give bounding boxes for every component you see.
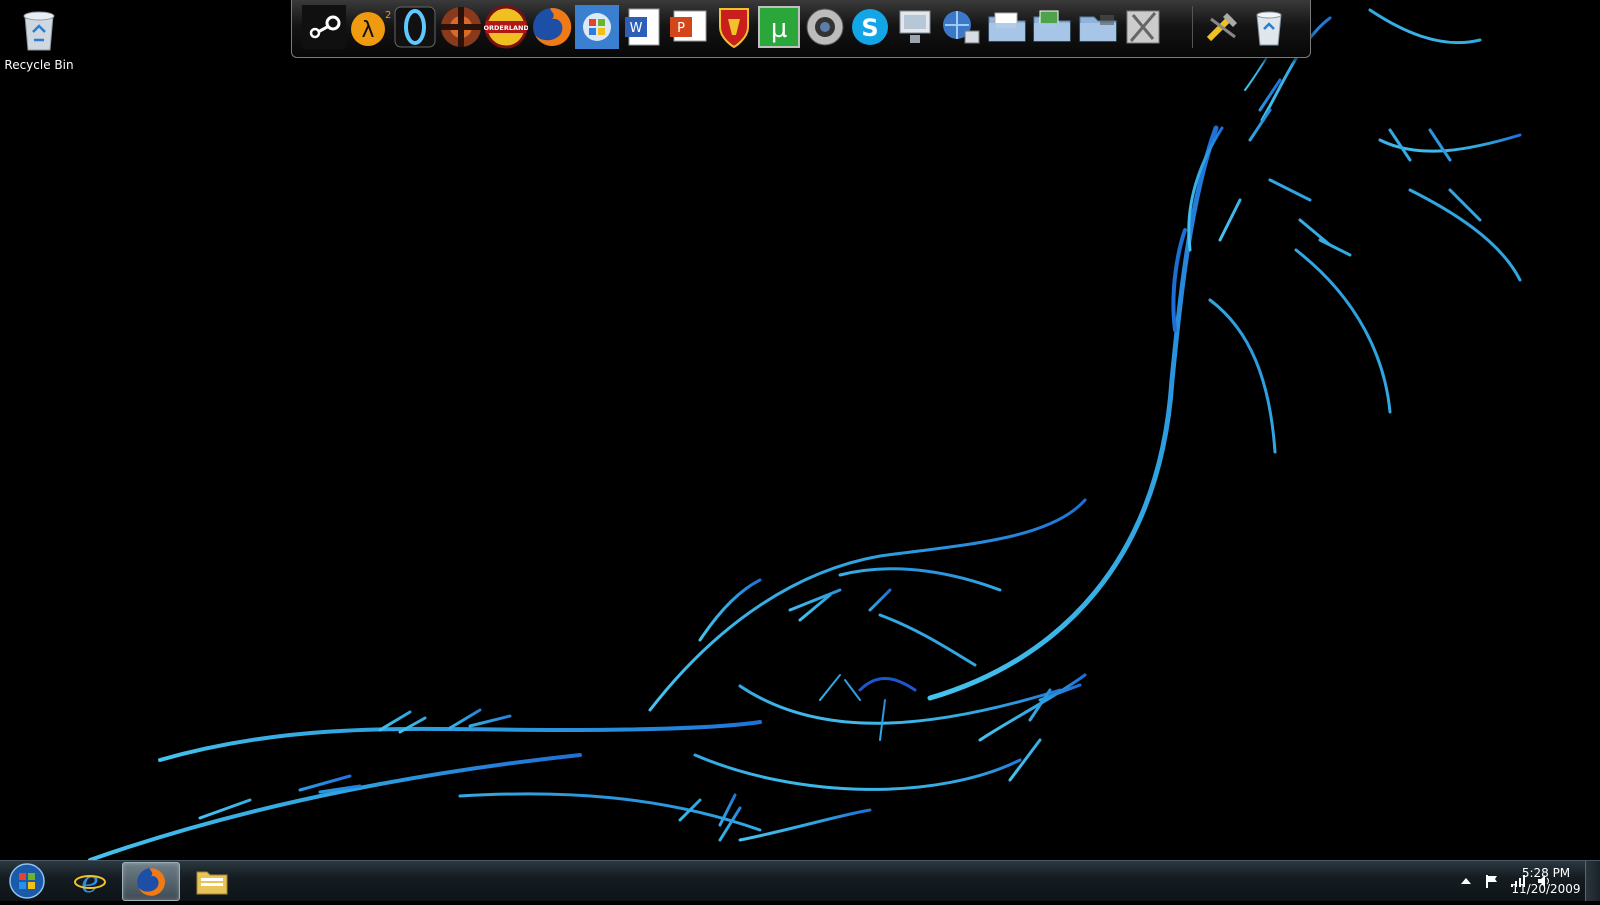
action-center-flag-icon[interactable] (1484, 873, 1500, 889)
clock-date: 11/20/2009 (1511, 882, 1581, 896)
borderlands-text: BORDERLANDS (484, 24, 528, 32)
borderlands-icon[interactable]: BORDERLANDS (484, 5, 528, 49)
utorrent-icon[interactable]: µ (757, 5, 801, 49)
wallpaper (88, 8, 1522, 862)
skype-icon[interactable]: S (848, 5, 892, 49)
show-desktop-button[interactable] (1585, 861, 1600, 901)
svg-text:S: S (861, 14, 878, 42)
taskbar: e 5:28 PM 11/20/2009 (0, 860, 1600, 901)
svg-text:µ: µ (771, 14, 788, 44)
svg-text:λ: λ (361, 18, 374, 43)
windows-icon[interactable] (575, 5, 619, 49)
team-fortress-2-icon[interactable] (439, 5, 483, 49)
half-life-2-icon[interactable]: λ2 (348, 5, 392, 49)
recycle-bin-icon (19, 6, 59, 54)
clock-time: 5:28 PM (1521, 866, 1571, 880)
downloads-folder-icon[interactable] (1076, 5, 1120, 49)
svg-text:P: P (677, 21, 685, 36)
shield-game-icon[interactable] (712, 5, 756, 49)
svg-text:e: e (81, 865, 99, 898)
documents-folder-icon[interactable] (985, 5, 1029, 49)
show-hidden-icons-icon[interactable] (1458, 873, 1474, 889)
taskbar-firefox[interactable] (122, 862, 180, 901)
dock-recycle-bin-icon[interactable] (1247, 5, 1291, 49)
firefox-taskbar-icon (137, 867, 165, 896)
application-dock: λ2 BORDERLANDS W P µ S (291, 0, 1311, 58)
tools-icon[interactable] (1201, 5, 1245, 49)
taskbar-windows-explorer[interactable] (184, 862, 240, 899)
windows-explorer-icon (196, 871, 228, 894)
clock[interactable]: 5:28 PM 11/20/2009 (1508, 865, 1584, 897)
network-icon[interactable] (939, 5, 983, 49)
internet-explorer-icon: e (74, 865, 106, 898)
portal-icon[interactable] (393, 5, 437, 49)
start-button[interactable] (4, 862, 50, 900)
desktop-icon-recycle-bin[interactable]: Recycle Bin (4, 6, 74, 72)
webcam-icon[interactable] (803, 5, 847, 49)
powerpoint-icon[interactable]: P (666, 5, 710, 49)
taskbar-internet-explorer[interactable]: e (62, 862, 118, 899)
word-icon[interactable]: W (621, 5, 665, 49)
firefox-icon[interactable] (530, 5, 574, 49)
svg-text:W: W (630, 21, 643, 36)
pictures-folder-icon[interactable] (1030, 5, 1074, 49)
computer-icon[interactable] (894, 5, 938, 49)
desktop-icon-label: Recycle Bin (4, 58, 74, 72)
control-panel-icon[interactable] (1121, 5, 1165, 49)
dock-separator (1192, 6, 1193, 48)
steam-icon[interactable] (302, 5, 346, 49)
svg-text:2: 2 (385, 10, 391, 21)
